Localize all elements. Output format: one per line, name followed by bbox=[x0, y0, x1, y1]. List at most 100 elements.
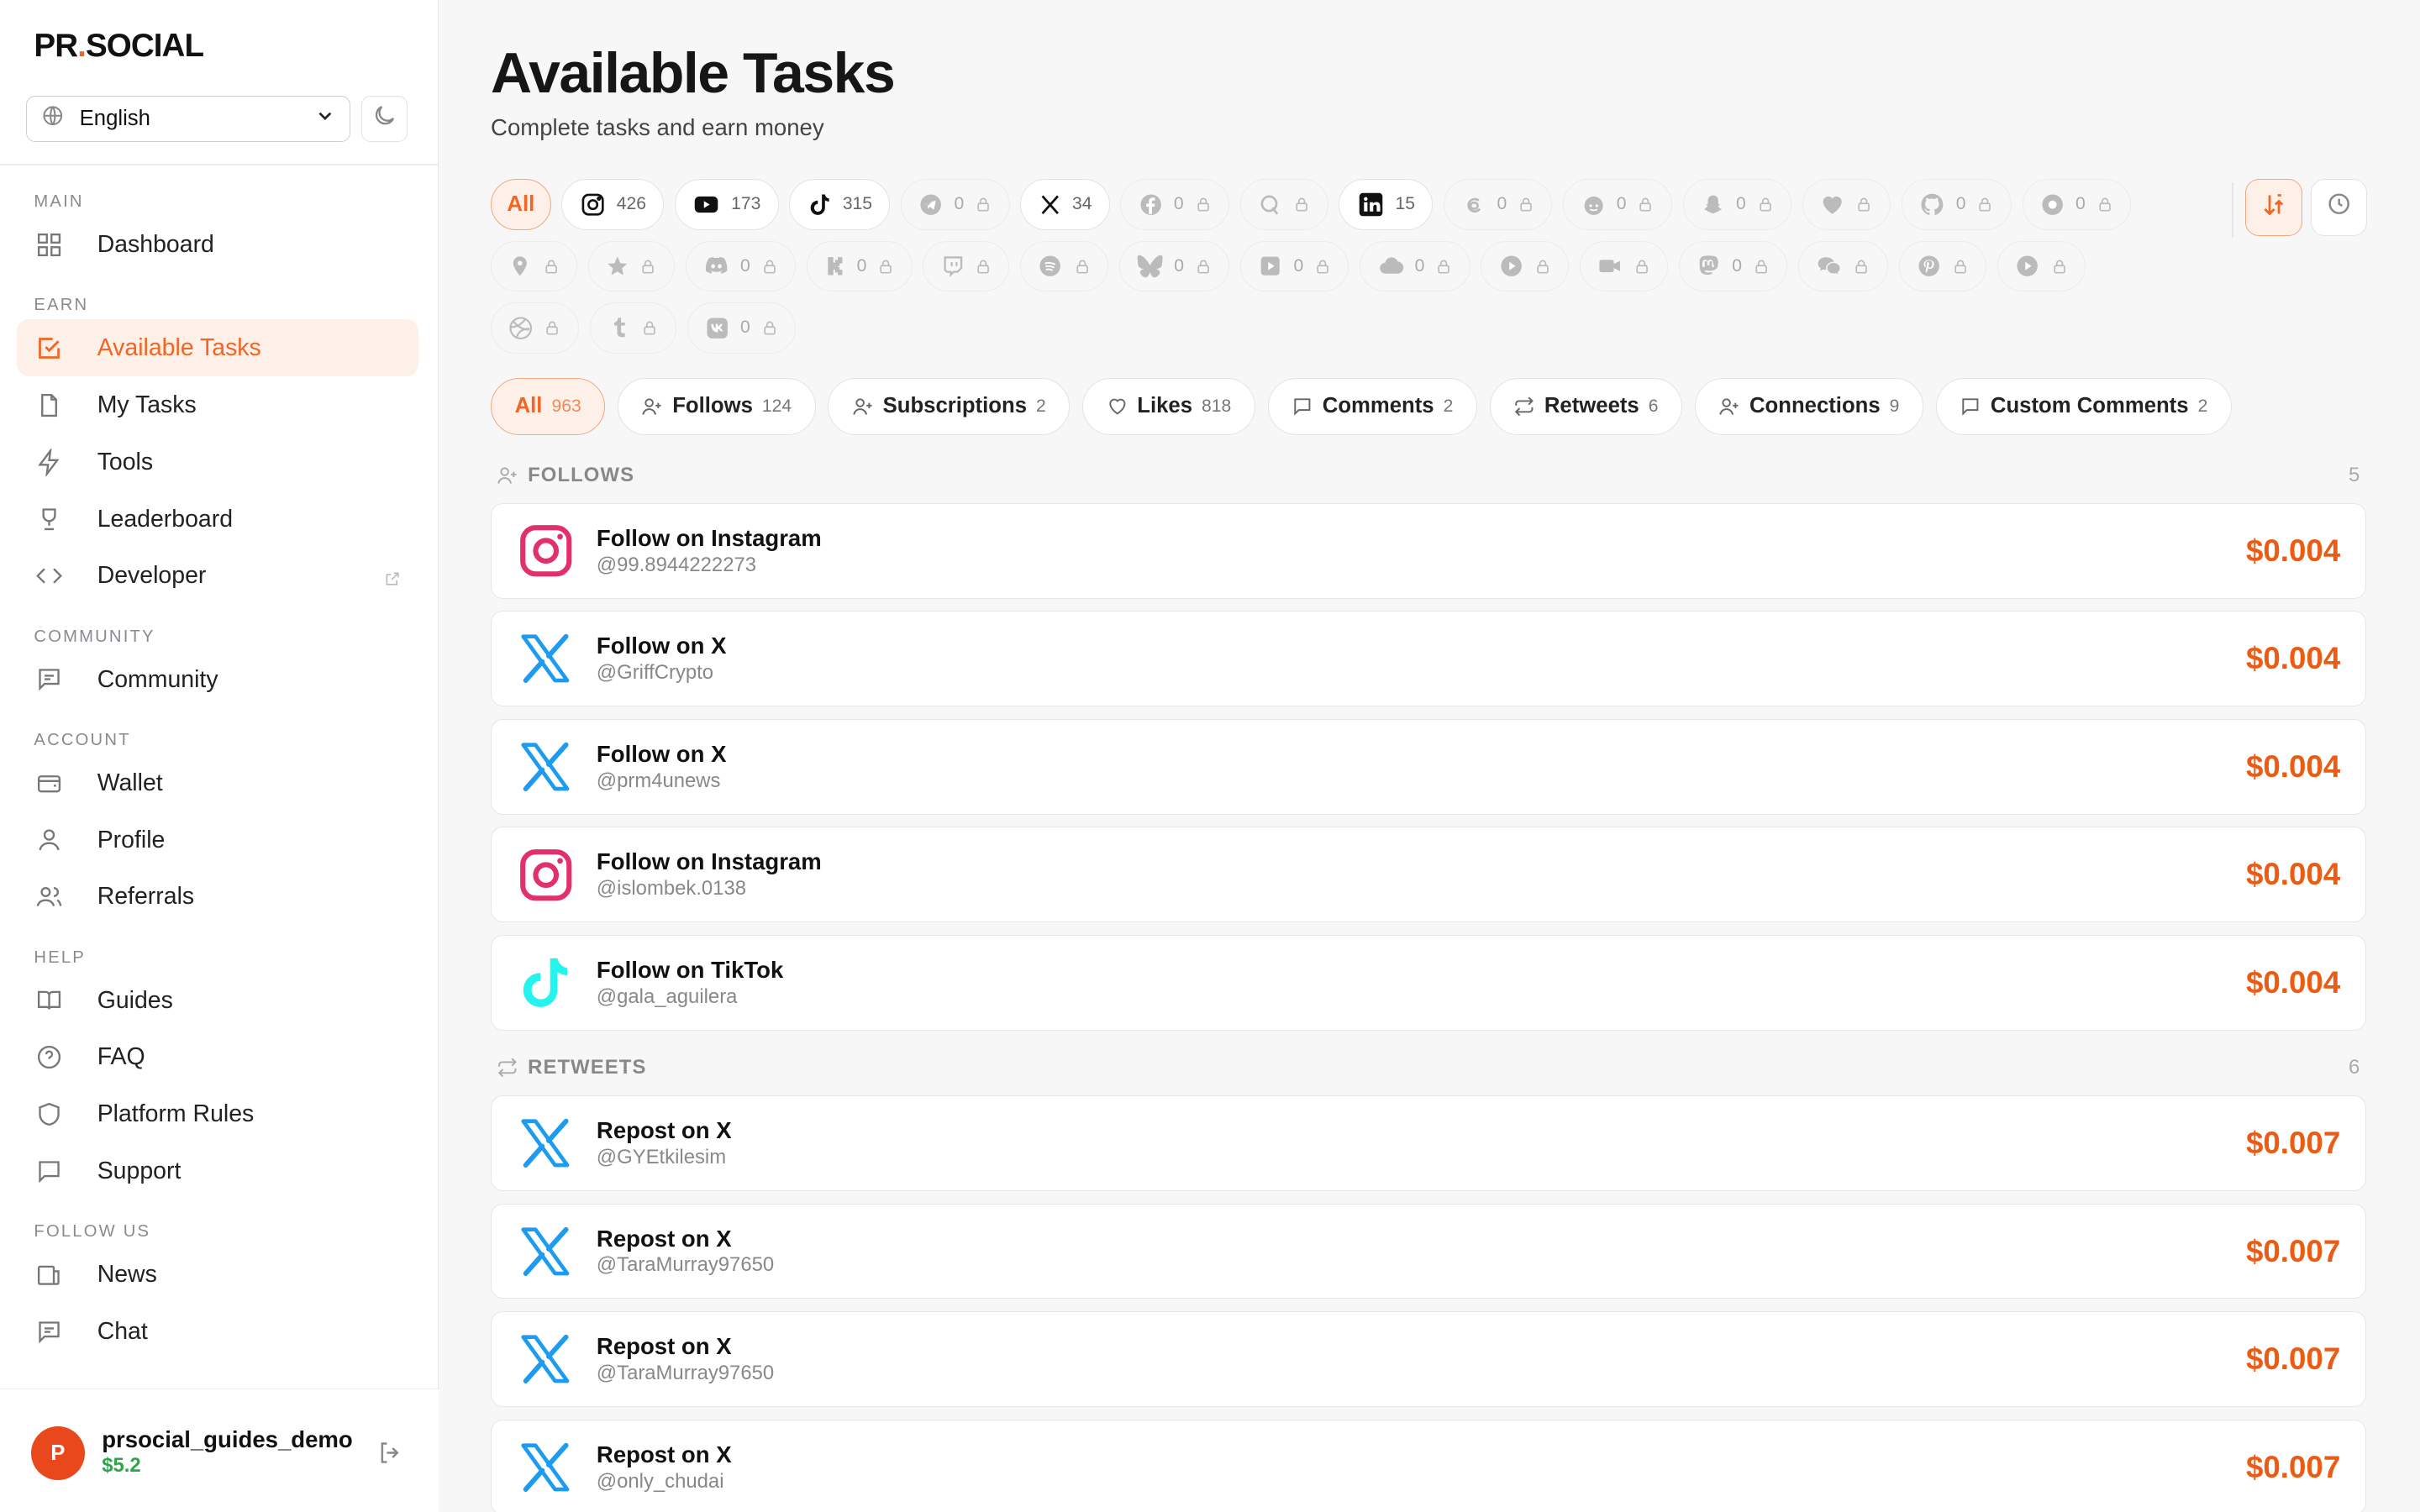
history-button[interactable] bbox=[2310, 179, 2368, 236]
type-filter-follows[interactable]: Follows 124 bbox=[617, 377, 816, 435]
platform-filter-snapchat[interactable]: 0 bbox=[1682, 179, 1791, 230]
platform-filter-tiktok[interactable]: 315 bbox=[789, 179, 891, 230]
platform-filter-star[interactable] bbox=[587, 240, 675, 292]
platform-filter-bluesky[interactable]: 0 bbox=[1118, 240, 1230, 292]
sidebar-item-tools[interactable]: Tools bbox=[17, 433, 418, 491]
platform-filter-wechat[interactable] bbox=[1798, 240, 1888, 292]
task-card[interactable]: Follow on TikTok @gala_aguilera $0.004 bbox=[491, 935, 2366, 1031]
platform-filter-count: 0 bbox=[1955, 194, 1966, 214]
task-card[interactable]: Follow on Instagram @islombek.0138 $0.004 bbox=[491, 827, 2366, 923]
sidebar-item-wallet[interactable]: Wallet bbox=[17, 754, 418, 811]
platform-filter-reddit[interactable]: 0 bbox=[1563, 179, 1672, 230]
sidebar-item-community[interactable]: Community bbox=[17, 651, 418, 708]
sidebar-item-referrals[interactable]: Referrals bbox=[17, 869, 418, 926]
spotify-icon bbox=[1038, 254, 1062, 278]
sort-button[interactable] bbox=[2245, 179, 2303, 236]
sidebar-item-leaderboard[interactable]: Leaderboard bbox=[17, 491, 418, 548]
sidebar-item-guides[interactable]: Guides bbox=[17, 972, 418, 1029]
platform-filter-telegram[interactable]: 0 bbox=[901, 179, 1010, 230]
task-card[interactable]: Repost on X @GYEtkilesim $0.007 bbox=[491, 1095, 2366, 1191]
sidebar-item-label: Chat bbox=[97, 1318, 148, 1346]
platform-filter-count: 0 bbox=[954, 194, 965, 214]
task-card[interactable]: Follow on Instagram @99.8944222273 $0.004 bbox=[491, 502, 2366, 599]
sidebar-item-my-tasks[interactable]: My Tasks bbox=[17, 376, 418, 433]
task-handle: @GriffCrypto bbox=[596, 661, 714, 685]
lock-icon bbox=[1293, 196, 1310, 213]
platform-filter-github[interactable]: 0 bbox=[1901, 179, 2012, 230]
platform-filter-x[interactable]: 34 bbox=[1020, 179, 1110, 230]
platform-filter-location[interactable] bbox=[491, 240, 578, 292]
sidebar-item-faq[interactable]: FAQ bbox=[17, 1029, 418, 1086]
chevron-down-icon bbox=[314, 105, 336, 133]
sidebar-item-news[interactable]: News bbox=[17, 1247, 418, 1304]
platform-filter-twitch[interactable] bbox=[923, 240, 1010, 292]
platform-filter-heart[interactable] bbox=[1802, 179, 1891, 230]
task-card[interactable]: Repost on X @TaraMurray97650 $0.007 bbox=[491, 1311, 2366, 1408]
type-filter-comments[interactable]: Comments 2 bbox=[1267, 377, 1477, 435]
type-filter-custom-comments[interactable]: Custom Comments 2 bbox=[1935, 377, 2232, 435]
nav-section-title: EARN bbox=[34, 295, 89, 314]
instagram-icon bbox=[580, 192, 606, 218]
platform-filter-tumblr[interactable] bbox=[589, 302, 676, 354]
platform-filter-spotify[interactable] bbox=[1020, 240, 1109, 292]
sidebar-item-profile[interactable]: Profile bbox=[17, 811, 418, 869]
theme-toggle-button[interactable] bbox=[360, 95, 408, 142]
platform-filter-rumble[interactable] bbox=[1997, 240, 2086, 292]
sidebar-item-label: Support bbox=[97, 1158, 182, 1185]
platform-filter-all[interactable]: All bbox=[491, 179, 551, 230]
platform-filter-play-circle[interactable] bbox=[1481, 240, 1570, 292]
sidebar-item-chat[interactable]: Chat bbox=[17, 1304, 418, 1361]
task-card[interactable]: Repost on X @TaraMurray97650 $0.007 bbox=[491, 1203, 2366, 1299]
platform-filter-quora[interactable] bbox=[1239, 179, 1328, 230]
task-info: Follow on X @prm4unews bbox=[597, 741, 727, 793]
sidebar-item-label: Guides bbox=[97, 986, 173, 1014]
platform-filter-discord[interactable]: 0 bbox=[685, 240, 796, 292]
platform-filter-mastodon[interactable]: 0 bbox=[1678, 240, 1788, 292]
platform-filter-instagram[interactable]: 426 bbox=[561, 179, 665, 230]
sidebar-item-platform-rules[interactable]: Platform Rules bbox=[17, 1086, 418, 1143]
lock-icon bbox=[761, 319, 778, 336]
task-card[interactable]: Follow on X @prm4unews $0.004 bbox=[491, 718, 2366, 815]
platform-filter-count: 0 bbox=[1616, 194, 1627, 214]
type-filter-likes[interactable]: Likes 818 bbox=[1082, 377, 1255, 435]
avatar[interactable]: P bbox=[30, 1426, 85, 1481]
task-price: $0.004 bbox=[2245, 533, 2341, 568]
type-filter-connections[interactable]: Connections 9 bbox=[1694, 377, 1923, 435]
sidebar-item-available-tasks[interactable]: Available Tasks bbox=[17, 319, 418, 377]
lock-icon bbox=[639, 258, 656, 275]
sidebar-item-support[interactable]: Support bbox=[17, 1143, 418, 1200]
type-filter-retweets[interactable]: Retweets 6 bbox=[1489, 377, 1683, 435]
task-card[interactable]: Follow on X @GriffCrypto $0.004 bbox=[491, 611, 2366, 707]
language-select[interactable]: English bbox=[26, 95, 350, 142]
platform-filter-medium[interactable]: 0 bbox=[2022, 179, 2132, 230]
main-content: Available Tasks Complete tasks and earn … bbox=[439, 0, 2420, 1512]
platform-filter-facebook[interactable]: 0 bbox=[1120, 179, 1229, 230]
platform-filter-play[interactable]: 0 bbox=[1240, 240, 1349, 292]
sidebar-item-dashboard[interactable]: Dashboard bbox=[17, 216, 418, 273]
task-name: Repost on X bbox=[596, 1117, 732, 1144]
moon-icon bbox=[371, 102, 397, 135]
type-filter-subscriptions[interactable]: Subscriptions 2 bbox=[828, 377, 1071, 435]
platform-filter-kick[interactable]: 0 bbox=[806, 240, 913, 292]
platform-filter-cloud[interactable]: 0 bbox=[1360, 240, 1470, 292]
pinterest-icon bbox=[1917, 254, 1941, 278]
logout-button[interactable] bbox=[376, 1439, 404, 1473]
platform-filter-pinterest[interactable] bbox=[1898, 240, 1987, 292]
task-info: Follow on Instagram @99.8944222273 bbox=[597, 525, 822, 577]
platform-filter-vk[interactable]: 0 bbox=[687, 302, 796, 354]
task-price: $0.007 bbox=[2245, 1233, 2341, 1268]
nav-section-title: HELP bbox=[34, 948, 86, 967]
logo[interactable]: PR.SOCIAL bbox=[34, 28, 204, 65]
platform-filter-video[interactable] bbox=[1580, 240, 1668, 292]
platform-filter-linkedin[interactable]: 15 bbox=[1339, 179, 1434, 230]
platform-filter-dribbble[interactable] bbox=[491, 302, 579, 354]
task-card[interactable]: Repost on X @only_chudai $0.007 bbox=[491, 1419, 2366, 1512]
sidebar-item-label: Profile bbox=[97, 826, 166, 853]
type-filter-count: 963 bbox=[551, 396, 581, 416]
task-price: $0.004 bbox=[2245, 964, 2341, 1000]
platform-filter-youtube[interactable]: 173 bbox=[675, 179, 779, 230]
sidebar-item-developer[interactable]: Developer bbox=[17, 548, 418, 605]
type-filter-all[interactable]: All 963 bbox=[491, 377, 606, 435]
platform-filter-threads[interactable]: 0 bbox=[1444, 179, 1553, 230]
tiktok-icon bbox=[808, 192, 832, 217]
